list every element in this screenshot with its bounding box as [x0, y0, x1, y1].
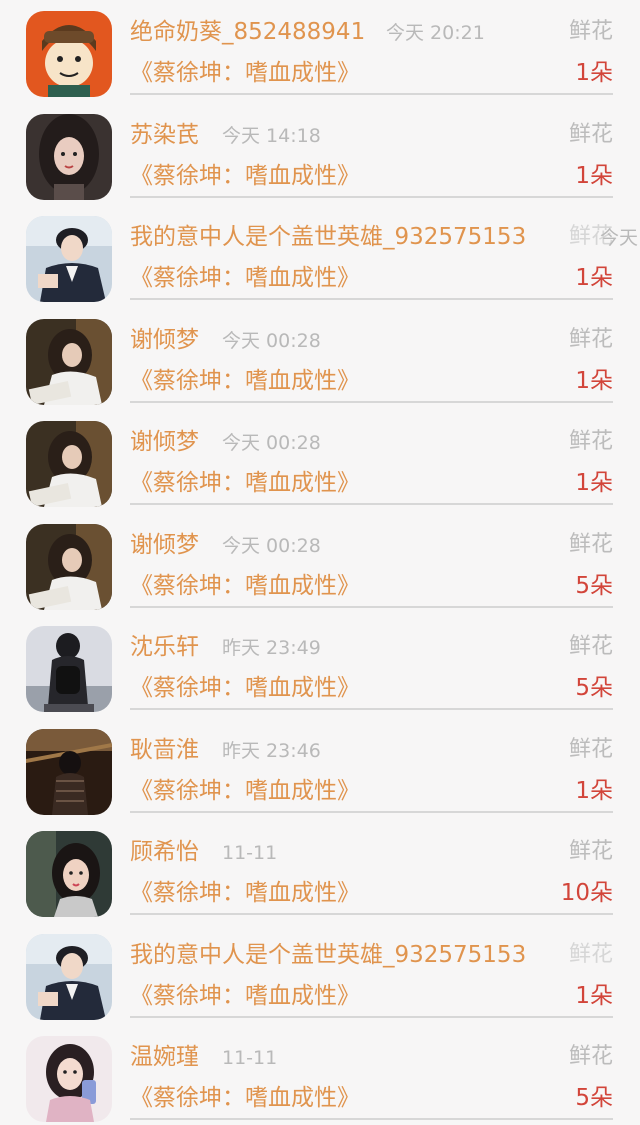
user-name[interactable]: 温婉瑾: [130, 1042, 199, 1072]
user-name[interactable]: 我的意中人是个盖世英雄_932575153: [130, 222, 526, 252]
book-title-link[interactable]: 《蔡徐坤：嗜血成性》: [130, 776, 360, 806]
gift-count: 1朵: [575, 162, 613, 189]
user-avatar[interactable]: [26, 11, 112, 97]
row-divider: [130, 298, 613, 300]
gift-count: 5朵: [575, 675, 613, 701]
gift-count: 10朵: [560, 880, 613, 906]
row-divider: [130, 810, 613, 813]
user-avatar[interactable]: [26, 728, 112, 815]
row-divider: [130, 708, 613, 710]
user-name[interactable]: 顾希怡: [130, 837, 199, 867]
gift-time: 11-11: [222, 842, 278, 864]
gift-type: 鲜花: [568, 531, 613, 557]
row-divider: [130, 913, 613, 915]
user-avatar[interactable]: [26, 421, 112, 507]
row-divider: [130, 93, 613, 95]
user-avatar[interactable]: [26, 318, 112, 405]
gift-type: 鲜花: [568, 634, 613, 659]
gift-count: 1朵: [575, 367, 613, 394]
book-title-link[interactable]: 《蔡徐坤：嗜血成性》: [130, 468, 360, 498]
book-title-link[interactable]: 《蔡徐坤：嗜血成性》: [130, 1083, 360, 1113]
row-divider: [130, 1118, 613, 1120]
gift-type: 鲜花: [568, 19, 613, 44]
book-title-link[interactable]: 《蔡徐坤：嗜血成性》: [130, 58, 360, 88]
user-name[interactable]: 绝命奶葵_852488941: [130, 17, 365, 47]
gift-record-row[interactable]: 温婉瑾 11-11 鲜花《蔡徐坤：嗜血成性》 5朵: [0, 1025, 640, 1125]
user-name[interactable]: 苏染芪: [130, 120, 199, 150]
book-title-link[interactable]: 《蔡徐坤：嗜血成性》: [130, 878, 360, 908]
book-title-link[interactable]: 《蔡徐坤：嗜血成性》: [130, 981, 360, 1011]
book-title-link[interactable]: 《蔡徐坤：嗜血成性》: [130, 263, 360, 293]
row-divider: [130, 605, 613, 608]
gift-record-row[interactable]: 苏染芪 今天 14:18 鲜花《蔡徐坤：嗜血成性》 1朵: [0, 103, 640, 206]
book-title-link[interactable]: 《蔡徐坤：嗜血成性》: [130, 366, 360, 396]
book-title-link[interactable]: 《蔡徐坤：嗜血成性》: [130, 571, 360, 601]
user-avatar[interactable]: [26, 933, 112, 1020]
book-title-link[interactable]: 《蔡徐坤：嗜血成性》: [130, 673, 360, 703]
user-name[interactable]: 沈乐轩: [130, 632, 199, 662]
user-name[interactable]: 耿啬淮: [130, 735, 199, 765]
gift-time: 今天 14:18: [222, 124, 321, 147]
row-divider: [130, 400, 613, 403]
gift-list[interactable]: 绝命奶葵_852488941 今天 20:21 鲜花 《蔡徐坤：嗜血成性》 1朵 苏染芪今…: [0, 0, 640, 1125]
gift-time: 昨天 23:49: [222, 637, 321, 659]
gift-count: 1朵: [575, 982, 613, 1009]
gift-count: 1朵: [575, 777, 613, 804]
gift-record-row[interactable]: 沈乐轩 昨天 23:49 鲜花《蔡徐坤：嗜血成性》 5朵: [0, 615, 640, 718]
gift-record-row[interactable]: 我的意中人是个盖世英雄_932575153今天 00:3鲜花《蔡徐坤：嗜血成性》…: [0, 205, 640, 308]
gift-type: 鲜花: [568, 224, 613, 249]
gift-type: 鲜花: [568, 429, 613, 454]
user-name[interactable]: 谢倾梦: [130, 325, 199, 355]
gift-count: 1朵: [575, 470, 613, 496]
gift-count: 5朵: [575, 1085, 613, 1111]
row-divider: [130, 1015, 613, 1018]
user-avatar[interactable]: [26, 523, 112, 610]
gift-record-row[interactable]: 谢倾梦 今天 00:28 鲜花《蔡徐坤：嗜血成性》 5朵: [0, 513, 640, 616]
gift-record-row[interactable]: 耿啬淮 昨天 23:46 鲜花《蔡徐坤：嗜血成性》 1朵: [0, 718, 640, 821]
book-title-link[interactable]: 《蔡徐坤：嗜血成性》: [130, 161, 360, 191]
gift-time: 昨天 23:46: [222, 739, 321, 762]
gift-type: 鲜花: [568, 839, 613, 864]
gift-type: 鲜花: [568, 326, 613, 352]
gift-record-row[interactable]: 谢倾梦 今天 00:28 鲜花《蔡徐坤：嗜血成性》 1朵: [0, 410, 640, 513]
gift-count: 1朵: [575, 60, 613, 86]
gift-count: 5朵: [575, 572, 613, 599]
gift-time: 今天 00:28: [222, 534, 321, 557]
gift-time: 今天 00:28: [222, 329, 321, 352]
gift-type: 鲜花: [568, 736, 613, 762]
user-avatar[interactable]: [26, 1036, 112, 1122]
user-name[interactable]: 我的意中人是个盖世英雄_932575153: [130, 940, 526, 970]
gift-record-row[interactable]: 绝命奶葵_852488941 今天 20:21 鲜花《蔡徐坤：嗜血成性》 1朵: [0, 0, 640, 103]
user-avatar[interactable]: [26, 831, 112, 917]
gift-type: 鲜花: [568, 1044, 613, 1069]
gift-record-row[interactable]: 谢倾梦 今天 00:28 鲜花《蔡徐坤：嗜血成性》 1朵: [0, 308, 640, 411]
user-avatar[interactable]: [26, 113, 112, 200]
user-avatar[interactable]: [26, 216, 112, 302]
row-divider: [130, 503, 613, 505]
gift-type: 鲜花: [568, 121, 613, 147]
gift-type: 鲜花: [568, 941, 613, 967]
gift-record-row[interactable]: 顾希怡 11-11 鲜花《蔡徐坤：嗜血成性》 10朵: [0, 820, 640, 923]
gift-time: 今天 20:21: [386, 22, 485, 44]
gift-count: 1朵: [575, 265, 613, 291]
user-name[interactable]: 谢倾梦: [130, 530, 199, 560]
user-name[interactable]: 谢倾梦: [130, 427, 199, 457]
row-divider: [130, 195, 613, 198]
user-avatar[interactable]: [26, 626, 112, 712]
gift-time: 今天 00:28: [222, 432, 321, 454]
gift-record-row[interactable]: 我的意中人是个盖世英雄_932575153 鲜花《蔡徐坤：嗜血成性》 1朵: [0, 923, 640, 1026]
gift-time: 11-11: [222, 1047, 278, 1069]
